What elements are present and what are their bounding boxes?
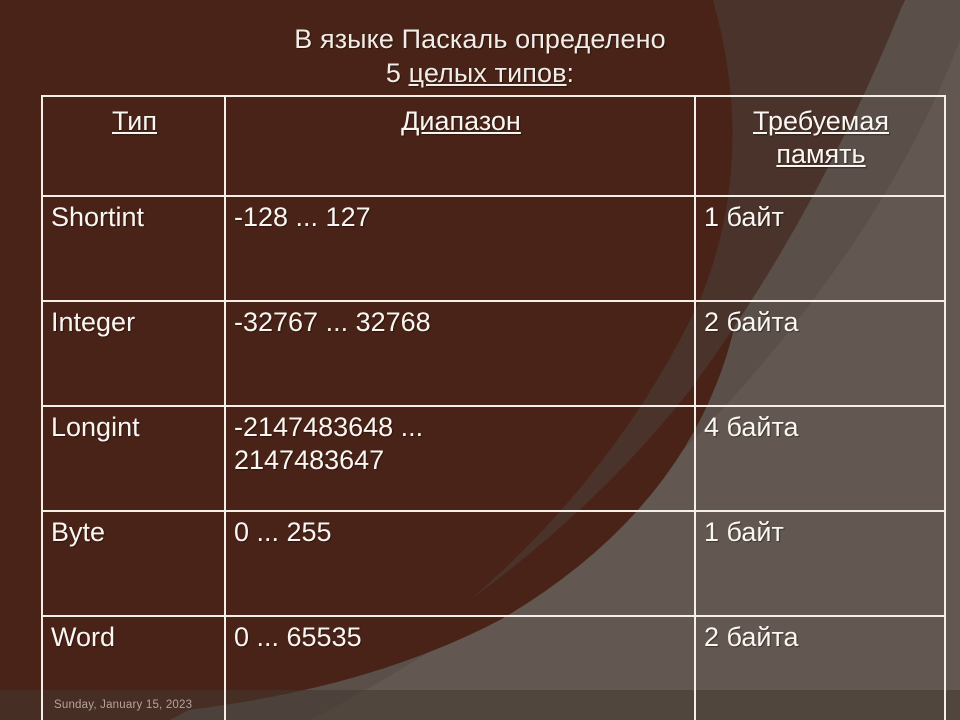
cell-type: Longint	[41, 405, 226, 512]
column-header-range: Диапазон	[224, 95, 696, 197]
title-line-1: В языке Паскаль определено	[294, 24, 666, 54]
cell-memory: 2 байта	[694, 615, 946, 720]
cell-type: Shortint	[41, 195, 226, 302]
cell-memory: 1 байт	[694, 195, 946, 302]
table-row: Integer -32767 ... 32768 2 байта	[41, 300, 946, 407]
cell-memory: 4 байта	[694, 405, 946, 512]
cell-range: -2147483648 ... 2147483647	[224, 405, 696, 512]
cell-range-line1: -128 ... 127	[234, 202, 371, 232]
table-header-row: Тип Диапазон Требуемая память	[41, 95, 946, 197]
table-body: Shortint -128 ... 127 1 байт Integer -32…	[41, 195, 946, 720]
integer-types-table: Тип Диапазон Требуемая память Shortint -1…	[41, 95, 946, 720]
cell-range: -32767 ... 32768	[224, 300, 696, 407]
cell-memory: 1 байт	[694, 510, 946, 617]
cell-type: Integer	[41, 300, 226, 407]
title-underlined-phrase: целых типов	[408, 58, 567, 88]
title-colon: :	[566, 58, 575, 88]
footer-date: Sunday, January 15, 2023	[54, 699, 193, 711]
table-row: Longint -2147483648 ... 2147483647 4 байт…	[41, 405, 946, 512]
cell-range-line2: 2147483647	[234, 445, 385, 475]
cell-type: Byte	[41, 510, 226, 617]
column-header-type: Тип	[41, 95, 226, 197]
cell-range-line1: -2147483648 ...	[234, 412, 424, 442]
slide-title: В языке Паскаль определено 5 целых типов…	[0, 22, 960, 90]
column-header-type-label: Тип	[111, 106, 157, 136]
title-line-2: 5 целых типов:	[0, 56, 960, 90]
cell-range: 0 ... 65535	[224, 615, 696, 720]
table-row: Byte 0 ... 255 1 байт	[41, 510, 946, 617]
cell-range-line1: 0 ... 255	[234, 517, 332, 547]
title-count: 5	[385, 58, 409, 88]
slide-canvas: В языке Паскаль определено 5 целых типов…	[0, 0, 960, 720]
column-header-range-label: Диапазон	[401, 106, 521, 136]
table-header: Тип Диапазон Требуемая память	[41, 95, 946, 197]
column-header-memory-label-line1: Требуемая	[753, 106, 889, 136]
column-header-memory-label-line2: память	[776, 139, 866, 169]
cell-range: 0 ... 255	[224, 510, 696, 617]
cell-range-line1: -32767 ... 32768	[234, 307, 431, 337]
cell-range-line1: 0 ... 65535	[234, 622, 362, 652]
cell-memory: 2 байта	[694, 300, 946, 407]
cell-range: -128 ... 127	[224, 195, 696, 302]
column-header-memory: Требуемая память	[694, 95, 946, 197]
table-row: Shortint -128 ... 127 1 байт	[41, 195, 946, 302]
